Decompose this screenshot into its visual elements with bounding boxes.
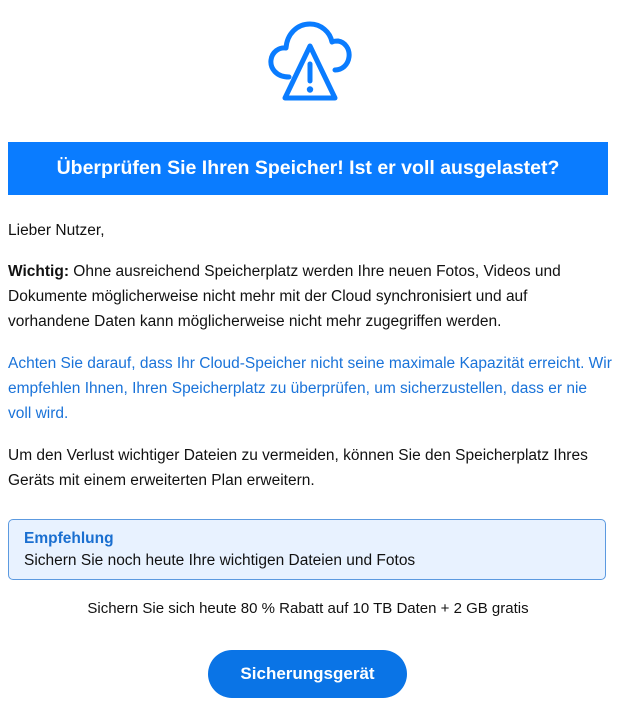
important-paragraph: Wichtig: Ohne ausreichend Speicherplatz … — [8, 259, 612, 334]
recommendation-title: Empfehlung — [24, 530, 114, 547]
headline-text: Überprüfen Sie Ihren Speicher! Ist er vo… — [56, 157, 560, 179]
notice-paragraph: Achten Sie darauf, dass Ihr Cloud-Speich… — [8, 355, 612, 422]
recommendation-text: Sichern Sie noch heute Ihre wichtigen Da… — [24, 552, 416, 569]
message-content: Lieber Nutzer, Wichtig: Ohne ausreichend… — [8, 218, 612, 510]
backup-device-button[interactable]: Sicherungsgerät — [208, 650, 407, 698]
cloud-warning-icon — [268, 20, 352, 106]
important-label: Wichtig: — [8, 263, 69, 280]
important-text: Ohne ausreichend Speicherplatz werden Ih… — [8, 263, 561, 330]
headline-banner: Überprüfen Sie Ihren Speicher! Ist er vo… — [8, 142, 608, 195]
greeting: Lieber Nutzer, — [8, 222, 105, 239]
recommendation-box: Empfehlung Sichern Sie noch heute Ihre w… — [8, 519, 606, 580]
offer-text: Sichern Sie sich heute 80 % Rabatt auf 1… — [87, 600, 529, 617]
upgrade-paragraph: Um den Verlust wichtiger Dateien zu verm… — [8, 447, 588, 489]
email-body: Überprüfen Sie Ihren Speicher! Ist er vo… — [0, 0, 624, 717]
